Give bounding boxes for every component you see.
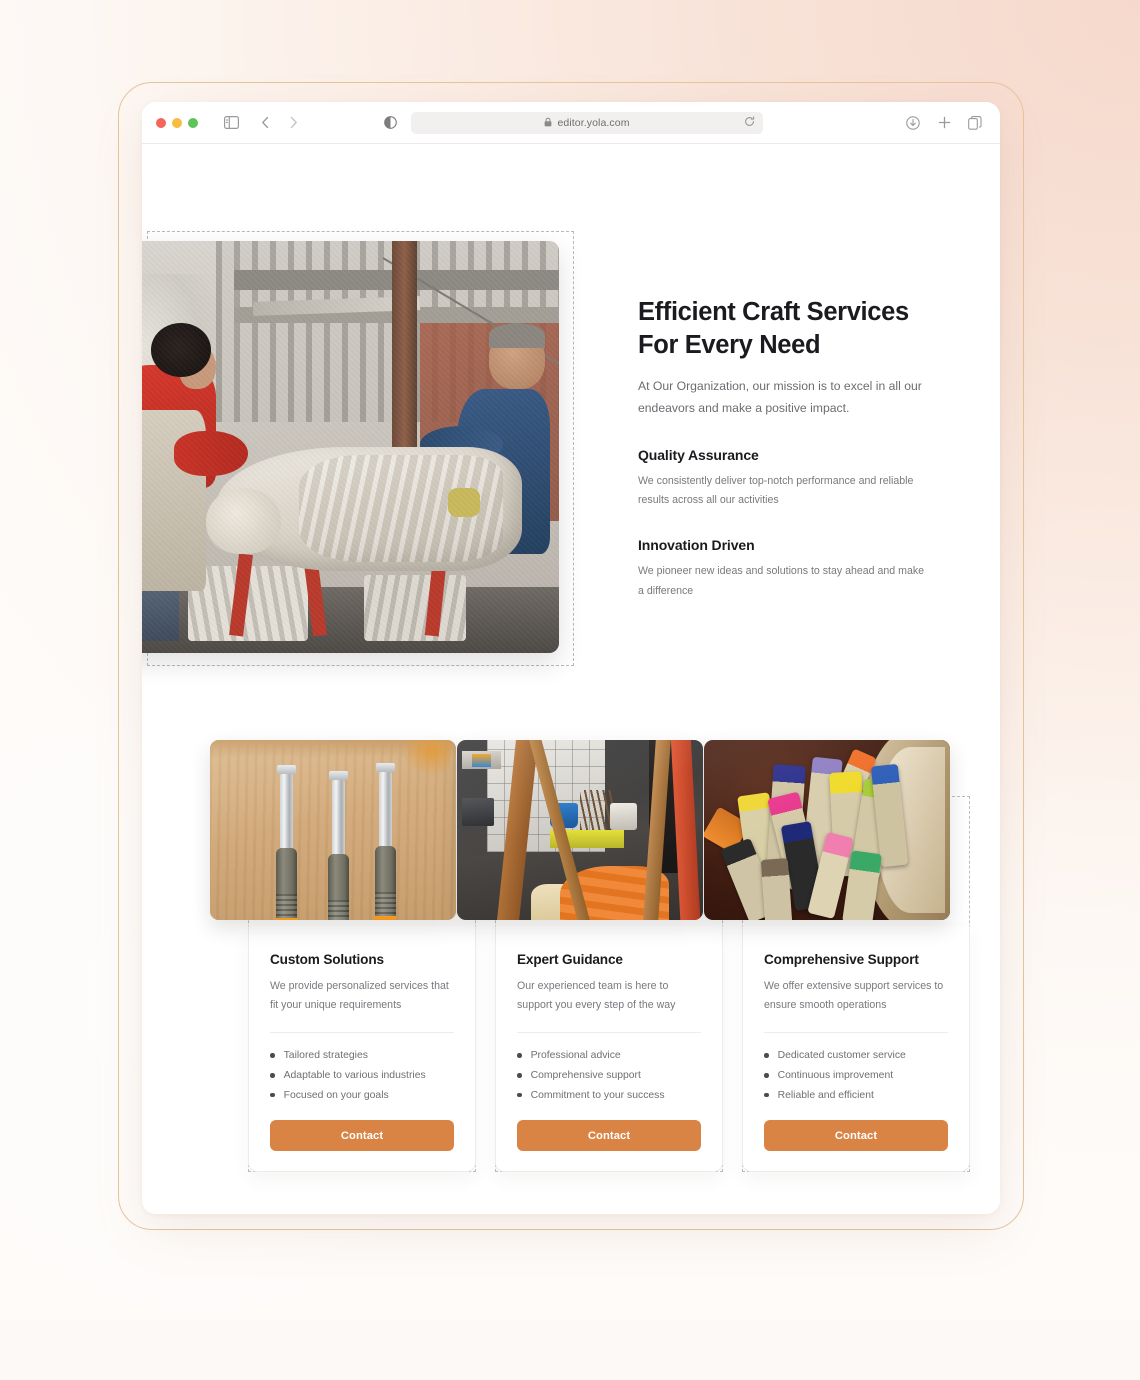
list-item[interactable]: Reliable and efficient <box>764 1085 948 1105</box>
list-item-label: Comprehensive support <box>530 1069 641 1081</box>
contact-button[interactable]: Contact <box>270 1120 454 1152</box>
bullet-icon <box>517 1092 522 1098</box>
reader-view-icon[interactable] <box>379 112 401 134</box>
bullet-icon <box>270 1053 275 1058</box>
list-item-label: Continuous improvement <box>777 1069 894 1081</box>
card-body: Expert Guidance Our experienced team is … <box>495 926 723 1172</box>
page-title[interactable]: Efficient Craft Services For Every Need <box>638 296 926 362</box>
card-title[interactable]: Comprehensive Support <box>764 952 948 967</box>
card-body: Custom Solutions We provide personalized… <box>248 926 476 1172</box>
list-item-label: Tailored strategies <box>283 1050 368 1062</box>
window-controls <box>156 117 198 128</box>
list-item-label: Professional advice <box>530 1050 621 1062</box>
card-description[interactable]: Our experienced team is here to support … <box>517 977 701 1015</box>
card-title[interactable]: Expert Guidance <box>517 952 701 967</box>
card-image[interactable] <box>704 740 950 920</box>
card-divider <box>517 1031 701 1033</box>
card-feature-list: Dedicated customer service Continuous im… <box>764 1046 948 1105</box>
list-item-label: Commitment to your success <box>530 1089 665 1101</box>
address-bar-url: editor.yola.com <box>557 116 630 129</box>
bullet-icon <box>517 1073 522 1078</box>
browser-toolbar: editor.yola.com <box>142 102 1000 144</box>
card-description[interactable]: We offer extensive support services to e… <box>764 977 948 1015</box>
card-divider <box>270 1031 454 1033</box>
hero-subtitle[interactable]: At Our Organization, our mission is to e… <box>638 376 926 419</box>
address-bar[interactable]: editor.yola.com <box>411 111 763 134</box>
list-item-label: Reliable and efficient <box>777 1089 874 1101</box>
hero-feature-text[interactable]: We pioneer new ideas and solutions to st… <box>638 562 926 601</box>
list-item[interactable]: Dedicated customer service <box>764 1046 948 1066</box>
tab-overview-icon[interactable] <box>964 112 986 134</box>
hero-text-block: Efficient Craft Services For Every Need … <box>638 296 926 601</box>
hero-feature-quality-assurance: Quality Assurance We consistently delive… <box>638 447 926 511</box>
forward-chevron-icon[interactable] <box>282 112 304 134</box>
hero-feature-text[interactable]: We consistently deliver top-notch perfor… <box>638 472 926 511</box>
list-item[interactable]: Comprehensive support <box>517 1065 701 1085</box>
bullet-icon <box>270 1092 275 1098</box>
bullet-icon <box>517 1053 522 1058</box>
contact-button[interactable]: Contact <box>517 1120 701 1152</box>
hero-image[interactable] <box>142 241 559 653</box>
toolbar-right-group <box>902 112 986 134</box>
list-item-label: Focused on your goals <box>283 1089 389 1101</box>
card-image[interactable] <box>457 740 703 920</box>
card-feature-list: Professional advice Comprehensive suppor… <box>517 1046 701 1105</box>
toolbar-nav-group <box>254 112 304 134</box>
list-item[interactable]: Tailored strategies <box>270 1046 454 1066</box>
list-item[interactable]: Continuous improvement <box>764 1065 948 1085</box>
maximize-window-button[interactable] <box>188 117 198 128</box>
list-item[interactable]: Adaptable to various industries <box>270 1065 454 1085</box>
lock-icon <box>544 114 552 132</box>
list-item[interactable]: Professional advice <box>517 1046 701 1066</box>
address-bar-content: editor.yola.com <box>544 114 629 132</box>
bullet-icon <box>270 1073 275 1078</box>
hero-feature-title[interactable]: Innovation Driven <box>638 537 926 553</box>
bullet-icon <box>764 1053 769 1058</box>
list-item[interactable]: Focused on your goals <box>270 1085 454 1105</box>
back-chevron-icon[interactable] <box>254 112 276 134</box>
close-window-button[interactable] <box>156 117 166 128</box>
card-body: Comprehensive Support We offer extensive… <box>742 926 970 1172</box>
hero-feature-title[interactable]: Quality Assurance <box>638 447 926 463</box>
list-item[interactable]: Commitment to your success <box>517 1085 701 1105</box>
reload-icon[interactable] <box>744 114 755 132</box>
card-image[interactable] <box>210 740 456 920</box>
bullet-icon <box>764 1073 769 1078</box>
list-item-label: Dedicated customer service <box>777 1050 906 1062</box>
website-canvas: Efficient Craft Services For Every Need … <box>142 144 1000 1214</box>
list-item-label: Adaptable to various industries <box>283 1069 426 1081</box>
plus-icon[interactable] <box>933 112 955 134</box>
contact-button[interactable]: Contact <box>764 1120 948 1152</box>
card-divider <box>764 1031 948 1033</box>
bullet-icon <box>764 1092 769 1098</box>
browser-window: editor.yola.com Efficient Craft Services… <box>142 102 1000 1214</box>
minimize-window-button[interactable] <box>172 117 182 128</box>
card-title[interactable]: Custom Solutions <box>270 952 454 967</box>
card-feature-list: Tailored strategies Adaptable to various… <box>270 1046 454 1105</box>
hero-feature-innovation-driven: Innovation Driven We pioneer new ideas a… <box>638 537 926 601</box>
toolbar-left-group <box>220 112 242 134</box>
download-icon[interactable] <box>902 112 924 134</box>
card-description[interactable]: We provide personalized services that fi… <box>270 977 454 1015</box>
sidebar-toggle-icon[interactable] <box>220 112 242 134</box>
